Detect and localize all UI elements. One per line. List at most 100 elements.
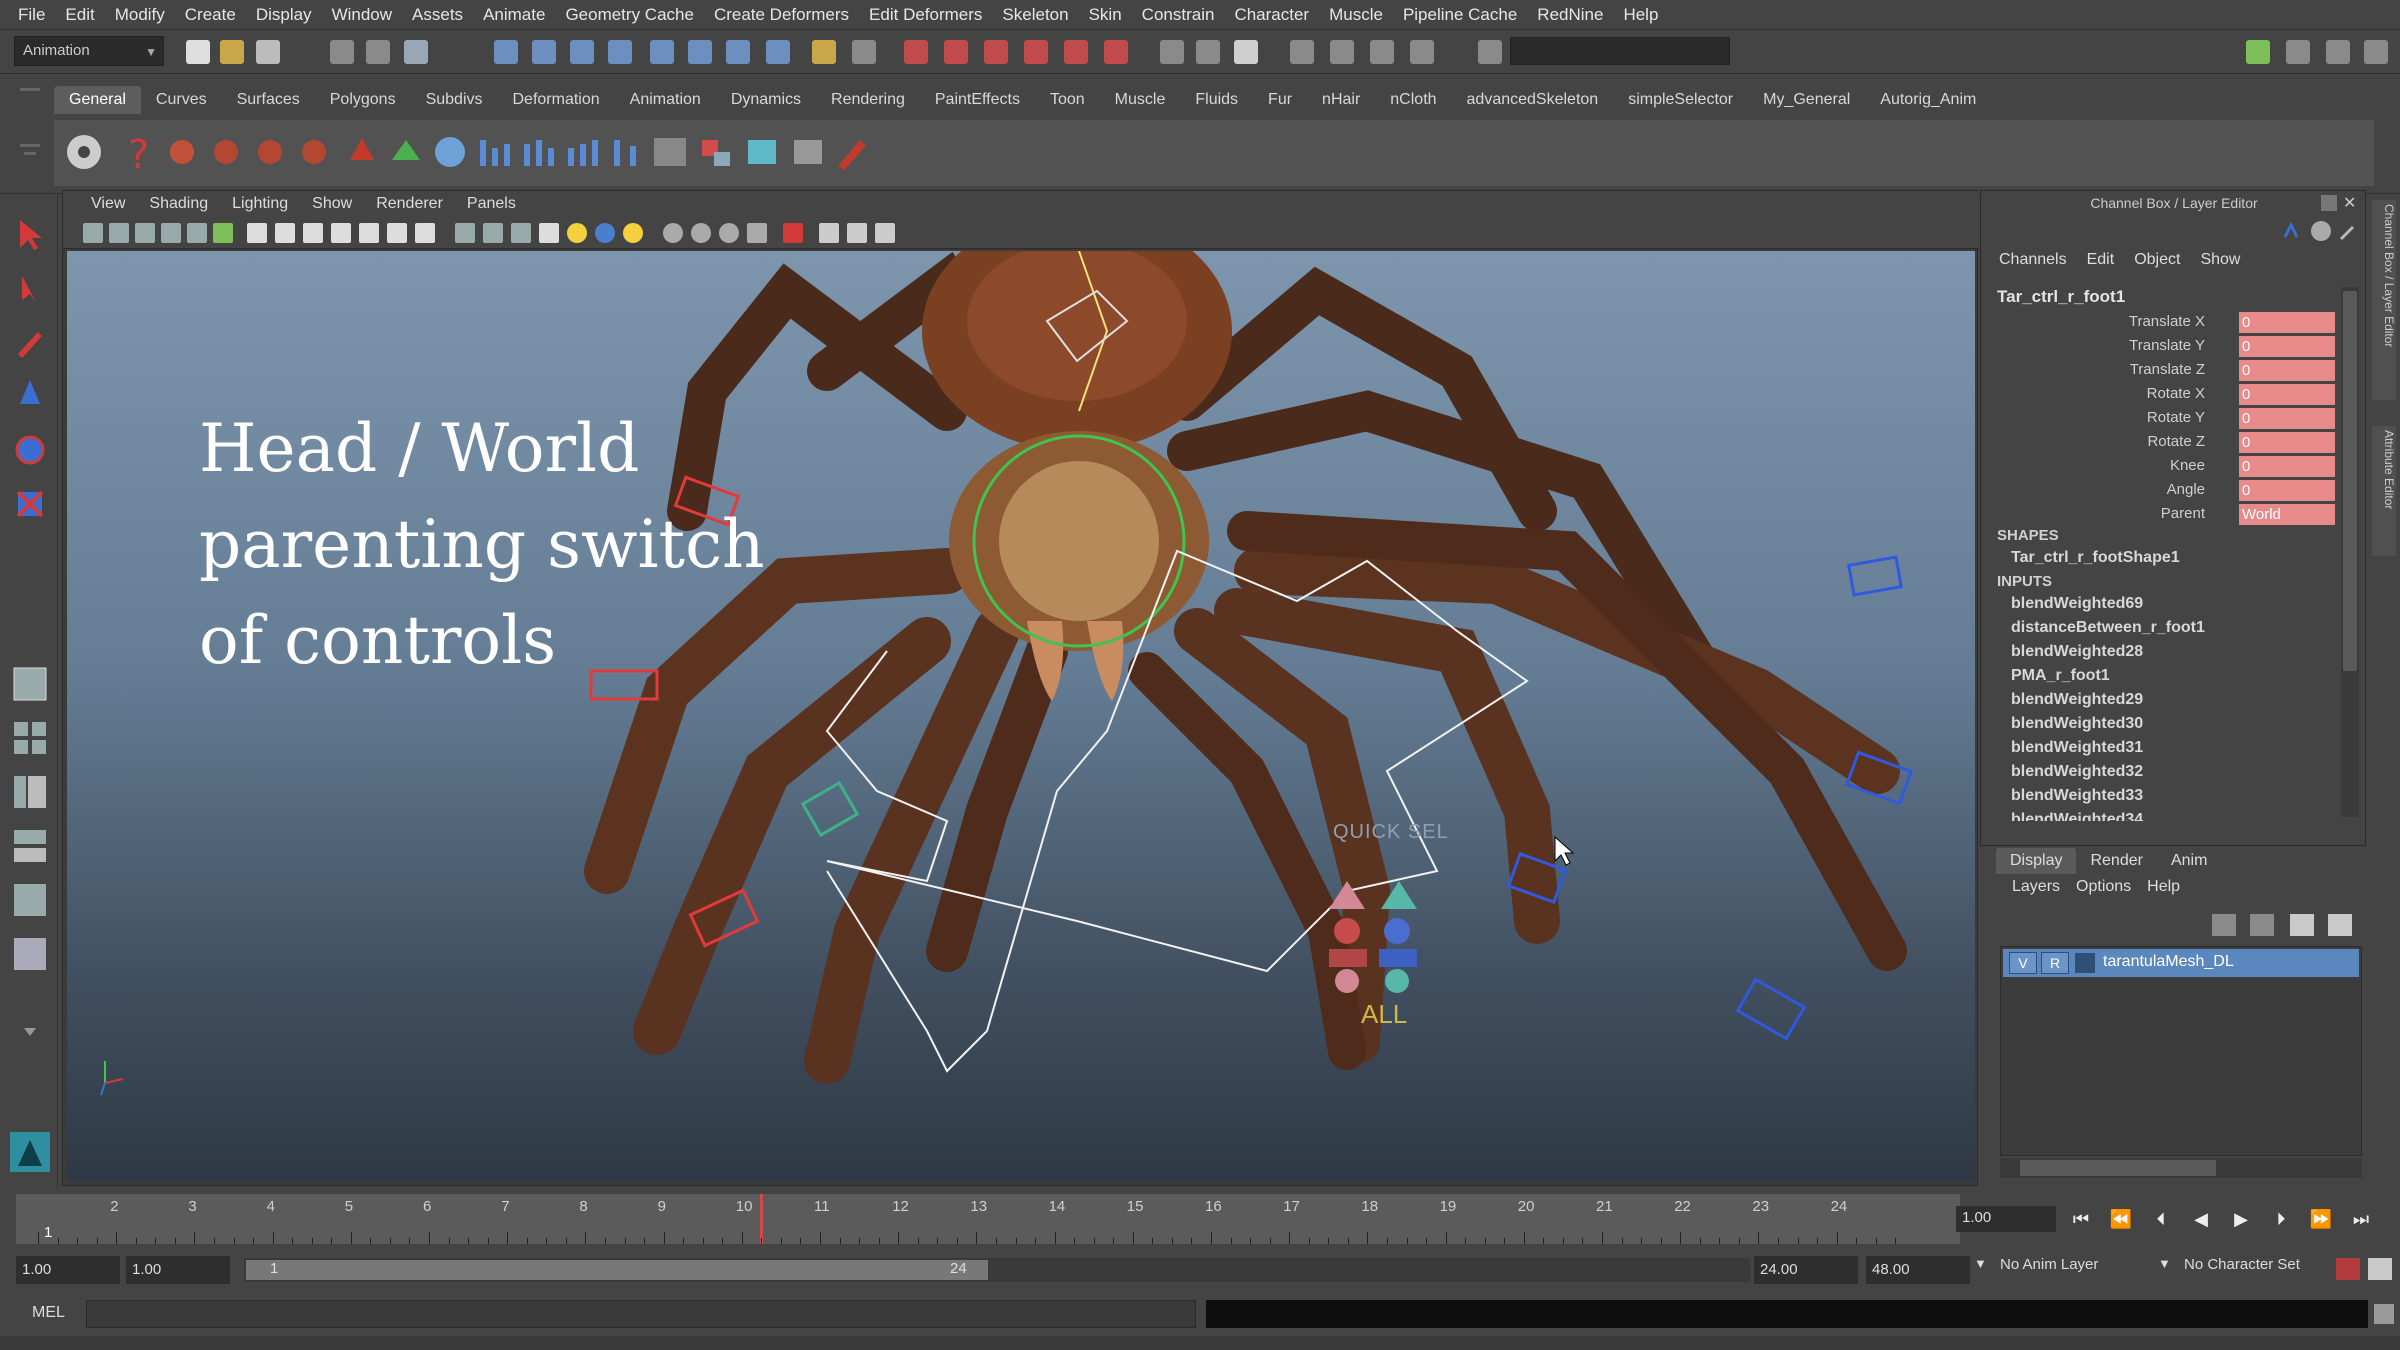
expand-toolbox-icon[interactable] xyxy=(10,1012,50,1052)
shelf-tab-rendering[interactable]: Rendering xyxy=(816,86,920,114)
shelf-tab-muscle[interactable]: Muscle xyxy=(1100,86,1181,114)
quick-select-all-button[interactable]: ALL xyxy=(1361,999,1407,1030)
anim-layer-dropdown-icon[interactable]: ▼ xyxy=(1974,1256,1987,1271)
shelf-tab-dynamics[interactable]: Dynamics xyxy=(716,86,816,114)
layer-visibility-toggle[interactable]: V xyxy=(2009,952,2037,974)
character-set-dropdown-icon[interactable]: ▼ xyxy=(2158,1256,2171,1271)
input-output-icon[interactable] xyxy=(726,40,750,64)
animation-start-field[interactable]: 1.00 xyxy=(16,1256,120,1284)
menu-constrain[interactable]: Constrain xyxy=(1132,0,1225,30)
film-reel-icon[interactable] xyxy=(62,130,106,174)
viewport-menu-view[interactable]: View xyxy=(79,195,137,213)
scale-tool-icon[interactable] xyxy=(10,484,50,524)
menu-set-selector[interactable]: Animation ▼ xyxy=(14,36,164,66)
menu-modify[interactable]: Modify xyxy=(105,0,175,30)
channel-box-toggle-icon[interactable] xyxy=(2364,40,2388,64)
input-node[interactable]: blendWeighted34 xyxy=(2011,811,2143,821)
shelf-tab-deformation[interactable]: Deformation xyxy=(498,86,615,114)
shelf-tab-surfaces[interactable]: Surfaces xyxy=(222,86,315,114)
close-icon[interactable]: ✕ xyxy=(2343,193,2356,213)
mel-input-field[interactable] xyxy=(86,1300,1196,1328)
shelf-tab-nhair[interactable]: nHair xyxy=(1307,86,1375,114)
bookmarks-icon[interactable] xyxy=(135,223,155,243)
select-camera-icon[interactable] xyxy=(83,223,103,243)
toggle-sidebar-icon[interactable] xyxy=(2246,40,2270,64)
safe-action-icon[interactable] xyxy=(387,223,407,243)
new-layer-icon[interactable] xyxy=(2290,914,2314,936)
float-panel-icon[interactable] xyxy=(2321,195,2337,211)
motion-blur-icon[interactable] xyxy=(691,223,711,243)
textured-icon[interactable] xyxy=(539,223,559,243)
hypershade-layout-icon[interactable] xyxy=(10,880,50,920)
channel-menu-object[interactable]: Object xyxy=(2124,251,2190,275)
ambient-occlusion-icon[interactable] xyxy=(663,223,683,243)
new-scene-icon[interactable] xyxy=(186,40,210,64)
shelf-tab-advancedskeleton[interactable]: advancedSkeleton xyxy=(1452,86,1614,114)
channel-names-icon[interactable] xyxy=(2311,221,2331,241)
attribute-value-field[interactable]: 0 xyxy=(2239,360,2335,381)
field-chart-icon[interactable] xyxy=(359,223,379,243)
menu-help[interactable]: Help xyxy=(1613,0,1668,30)
all-lights-icon[interactable] xyxy=(595,223,615,243)
isolate-select-icon[interactable] xyxy=(783,223,803,243)
shape-node[interactable]: Tar_ctrl_r_footShape1 xyxy=(2011,549,2180,567)
mel-language-toggle[interactable]: MEL xyxy=(32,1304,65,1322)
magnet-icon[interactable] xyxy=(340,130,384,174)
skin-bind-icon[interactable] xyxy=(694,130,738,174)
move-layer-down-icon[interactable] xyxy=(2250,914,2274,936)
spider-reset-icon[interactable] xyxy=(292,130,336,174)
attribute-value-field[interactable]: 0 xyxy=(2239,432,2335,453)
attribute-value-field[interactable]: 0 xyxy=(2239,456,2335,477)
menu-display[interactable]: Display xyxy=(246,0,322,30)
menu-animate[interactable]: Animate xyxy=(473,0,555,30)
layer-menu-layers[interactable]: Layers xyxy=(2004,878,2068,896)
graph-list-icon[interactable] xyxy=(648,130,692,174)
camera-attributes-icon[interactable] xyxy=(109,223,129,243)
snap-plane-icon[interactable] xyxy=(608,40,632,64)
script-editor-icon[interactable] xyxy=(1330,40,1354,64)
channel-menu-show[interactable]: Show xyxy=(2190,251,2250,275)
2d-pan-zoom-icon[interactable] xyxy=(187,223,207,243)
step-back-frame-icon[interactable]: ⏪ xyxy=(2106,1206,2136,1232)
input-node[interactable]: blendWeighted28 xyxy=(2011,643,2143,661)
play-forwards-icon[interactable]: ▶ xyxy=(2226,1206,2256,1232)
time-slider-track[interactable]: 1 2 3 4 5 6 7 8 9 10 11 12 13 14 15 16 17 18 19 20 21 22 23 24 xyxy=(16,1194,1960,1244)
auto-key-icon[interactable] xyxy=(2336,1258,2360,1280)
rednine-logo-icon[interactable] xyxy=(10,1132,50,1172)
shelf-tab-animation[interactable]: Animation xyxy=(615,86,716,114)
layout-icon[interactable] xyxy=(1410,40,1434,64)
joint-orient-icon[interactable] xyxy=(560,130,604,174)
channel-box-scroll-thumb[interactable] xyxy=(2343,291,2357,671)
layer-tab-display[interactable]: Display xyxy=(1996,848,2077,874)
layer-horizontal-scrollbar[interactable] xyxy=(2000,1158,2362,1178)
uv-editor-icon[interactable] xyxy=(1290,40,1314,64)
render-region-icon[interactable] xyxy=(852,40,876,64)
shelf-grip-handle[interactable] xyxy=(18,84,42,184)
joint-mirror-icon[interactable] xyxy=(516,130,560,174)
custom-layout-icon[interactable] xyxy=(10,934,50,974)
edit-pencil-icon[interactable] xyxy=(2337,221,2357,241)
spider-rig-icon[interactable] xyxy=(160,130,204,174)
single-perspective-layout-icon[interactable] xyxy=(10,664,50,704)
paint-brush-icon[interactable] xyxy=(830,130,874,174)
range-bar[interactable]: 1 24 xyxy=(244,1258,1750,1282)
shelf-tab-fur[interactable]: Fur xyxy=(1253,86,1307,114)
save-scene-icon[interactable] xyxy=(256,40,280,64)
input-field-icon[interactable] xyxy=(1478,40,1502,64)
grease-pencil-icon[interactable] xyxy=(213,223,233,243)
layer-tab-anim[interactable]: Anim xyxy=(2157,848,2221,874)
persp-graph-layout-icon[interactable] xyxy=(10,826,50,866)
lasso-tool-icon[interactable] xyxy=(10,268,50,308)
menu-skin[interactable]: Skin xyxy=(1079,0,1132,30)
layer-display-type-toggle[interactable]: R xyxy=(2041,952,2069,974)
ik-handle-icon[interactable] xyxy=(604,130,648,174)
character-set-selector[interactable]: No Character Set xyxy=(2184,1256,2300,1273)
layer-row[interactable]: V R tarantulaMesh_DL xyxy=(2003,949,2359,977)
go-to-start-icon[interactable]: ⏮ xyxy=(2066,1206,2096,1232)
channel-display-icon[interactable] xyxy=(2281,221,2301,241)
select-object-icon[interactable] xyxy=(366,40,390,64)
anim-layer-selector[interactable]: No Anim Layer xyxy=(2000,1256,2098,1273)
attribute-value-field[interactable]: 0 xyxy=(2239,336,2335,357)
play-backwards-icon[interactable]: ◀ xyxy=(2186,1206,2216,1232)
layer-tab-render[interactable]: Render xyxy=(2076,848,2156,874)
